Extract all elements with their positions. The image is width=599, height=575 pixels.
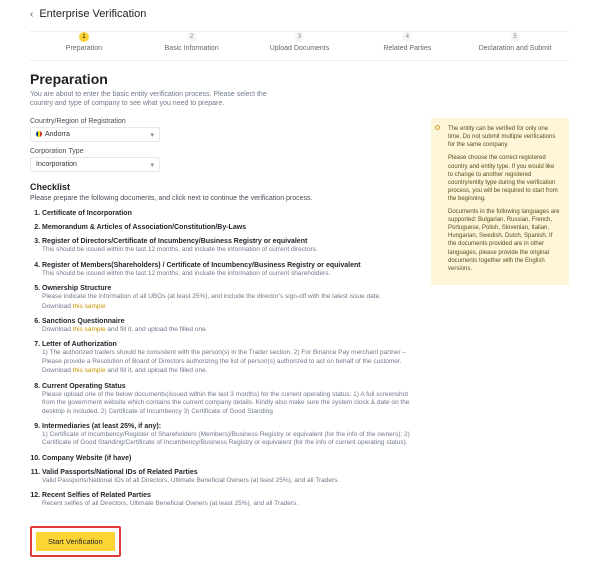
step-label: Basic Information (165, 45, 219, 52)
checklist: Certificate of Incorporation Memorandum &… (30, 210, 417, 509)
tip-text: The entity can be verified for only one … (448, 125, 561, 149)
step-label: Declaration and Submit (479, 45, 552, 52)
lightbulb-icon (435, 125, 440, 130)
page-title: Preparation (30, 71, 569, 87)
checklist-item-title: Letter of Authorization (42, 341, 117, 348)
checklist-item-desc: Recent selfies of all Directors, Ultimat… (42, 500, 417, 508)
checklist-item: Register of Members(Shareholders) / Cert… (42, 262, 417, 278)
page-header-title: Enterprise Verification (39, 8, 146, 20)
checklist-item-download: Download this sample and fill it, and up… (42, 326, 417, 334)
step-number: 2 (187, 32, 197, 42)
checklist-item-desc: 1) The authorized traders should be cons… (42, 349, 417, 366)
checklist-item-title: Register of Members(Shareholders) / Cert… (42, 262, 361, 269)
start-verification-button[interactable]: Start Verification (36, 532, 115, 551)
checklist-item: Letter of Authorization1) The authorized… (42, 341, 417, 375)
step-label: Upload Documents (270, 45, 330, 52)
checklist-item: Intermediaries (at least 25%, if any):1)… (42, 423, 417, 448)
step-basic-information[interactable]: 2 Basic Information (138, 32, 246, 52)
sample-link[interactable]: this sample (73, 367, 106, 374)
checklist-item-title: Register of Directors/Certificate of Inc… (42, 238, 307, 245)
checklist-item: Memorandum & Articles of Association/Con… (42, 224, 417, 231)
checklist-item-desc: This should be issued within the last 12… (42, 246, 417, 254)
checklist-item-desc: Please upload one of the below documents… (42, 391, 417, 416)
checklist-item-desc: Valid Passports/National IDs of all Dire… (42, 477, 417, 485)
tips-panel: The entity can be verified for only one … (431, 118, 569, 285)
tip-text: Please choose the correct registered cou… (448, 154, 561, 203)
title-bar: ‹ Enterprise Verification (30, 8, 569, 20)
checklist-item: Recent Selfies of Related PartiesRecent … (42, 492, 417, 508)
checklist-item-title: Recent Selfies of Related Parties (42, 492, 151, 499)
step-declaration-submit[interactable]: 5 Declaration and Submit (461, 32, 569, 52)
checklist-item-title: Intermediaries (at least 25%, if any): (42, 423, 161, 430)
step-label: Preparation (66, 45, 102, 52)
checklist-item-download: Download this sample and fill it, and up… (42, 367, 417, 375)
country-label: Country/Region of Registration (30, 118, 417, 125)
page-subtitle: You are about to enter the basic entity … (30, 90, 280, 108)
checklist-item-title: Valid Passports/National IDs of Related … (42, 469, 198, 476)
corporation-type-label: Corporation Type (30, 148, 417, 155)
checklist-heading: Checklist (30, 182, 417, 192)
step-upload-documents[interactable]: 3 Upload Documents (246, 32, 354, 52)
step-number: 4 (402, 32, 412, 42)
step-number: 5 (510, 32, 520, 42)
corporation-type-value: Incorporation (36, 161, 77, 168)
step-number: 3 (294, 32, 304, 42)
checklist-item-title: Current Operating Status (42, 383, 126, 390)
step-label: Related Parties (383, 45, 431, 52)
flag-icon (36, 131, 42, 137)
checklist-item-title: Sanctions Questionnaire (42, 318, 124, 325)
checklist-item-download: Download this sample (42, 303, 417, 311)
step-related-parties[interactable]: 4 Related Parties (353, 32, 461, 52)
tip-text: Documents in the following languages are… (448, 208, 561, 273)
checklist-subheading: Please prepare the following documents, … (30, 195, 417, 202)
progress-stepper: 1 Preparation 2 Basic Information 3 Uplo… (30, 26, 569, 61)
country-value: Andorra (45, 131, 70, 138)
step-number: 1 (79, 32, 89, 42)
checklist-item-title: Company Website (if have) (42, 455, 131, 462)
sample-link[interactable]: this sample (73, 326, 106, 333)
checklist-item-desc: Please indicate the information of all U… (42, 293, 417, 301)
back-icon[interactable]: ‹ (30, 9, 33, 20)
checklist-item-desc: 1) Certificate of Incumbency/Register of… (42, 431, 417, 448)
checklist-item-title: Ownership Structure (42, 285, 111, 292)
checklist-item: Certificate of Incorporation (42, 210, 417, 217)
checklist-item: Register of Directors/Certificate of Inc… (42, 238, 417, 254)
checklist-item: Sanctions QuestionnaireDownload this sam… (42, 318, 417, 334)
checklist-item: Ownership StructurePlease indicate the i… (42, 285, 417, 311)
checklist-item: Valid Passports/National IDs of Related … (42, 469, 417, 485)
checklist-item: Company Website (if have) (42, 455, 417, 462)
corporation-type-select[interactable]: Incorporation ▾ (30, 157, 160, 172)
sample-link[interactable]: this sample (73, 303, 106, 310)
country-select[interactable]: Andorra ▾ (30, 127, 160, 142)
step-preparation[interactable]: 1 Preparation (30, 32, 138, 52)
checklist-item-title: Certificate of Incorporation (42, 210, 132, 217)
checklist-item: Current Operating StatusPlease upload on… (42, 383, 417, 416)
checklist-item-desc: This should be issued within the last 12… (42, 270, 417, 278)
chevron-down-icon: ▾ (150, 131, 154, 139)
checklist-item-title: Memorandum & Articles of Association/Con… (42, 224, 246, 231)
chevron-down-icon: ▾ (150, 161, 154, 169)
start-verification-highlight: Start Verification (30, 526, 121, 557)
